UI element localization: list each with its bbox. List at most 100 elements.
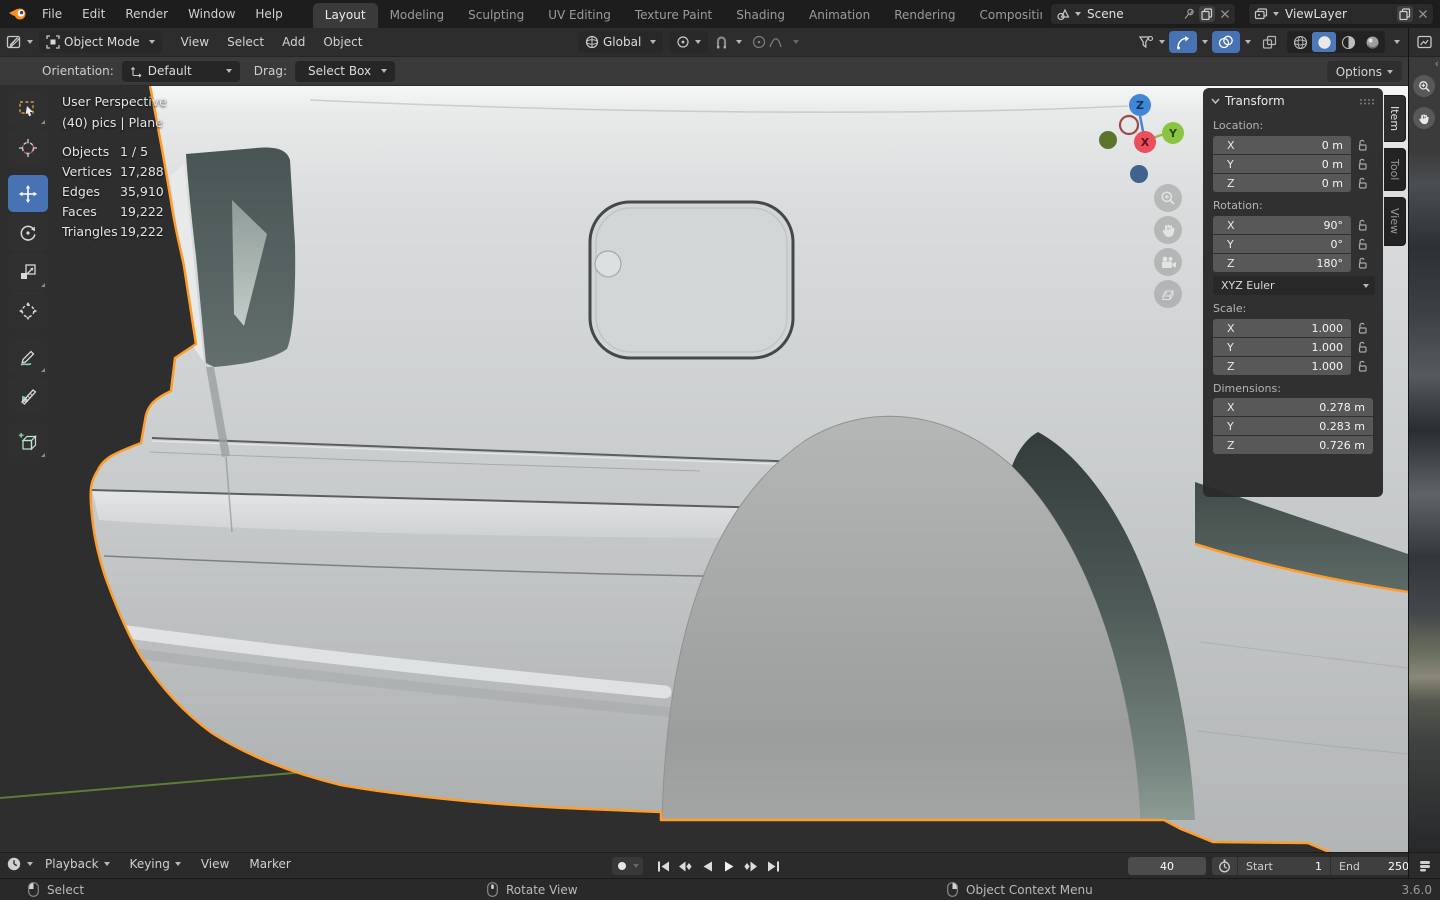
options-dropdown[interactable]: Options [1326,61,1402,82]
scale-x-field[interactable]: X 1.000 [1213,319,1351,337]
new-viewlayer-icon[interactable] [1397,6,1413,22]
3d-viewport[interactable]: User Perspective (40) pics | Plane Objec… [0,86,1408,852]
pan-button[interactable] [1154,216,1182,244]
panel-grip-icon[interactable] [1359,98,1375,105]
dimensions-z-field[interactable]: Z 0.726 m [1213,436,1373,454]
show-overlays-toggle[interactable] [1212,31,1240,53]
dimensions-y-field[interactable]: Y 0.283 m [1213,417,1373,435]
scale-y-field[interactable]: Y 1.000 [1213,338,1351,356]
axis-neg-x-handle[interactable] [1118,114,1140,136]
scale-z-field[interactable]: Z 1.000 [1213,357,1351,375]
strip-pan-button[interactable] [1413,107,1435,129]
axis-y-handle[interactable]: Y [1162,122,1184,144]
tool-scale[interactable] [8,253,48,290]
sidebar-tab-view[interactable]: View [1384,197,1406,246]
menu-file[interactable]: File [32,3,72,25]
tab-modeling[interactable]: Modeling [378,3,457,28]
tool-select-box[interactable] [8,90,48,127]
rotation-y-field[interactable]: Y 0° [1213,235,1351,253]
use-preview-range-toggle[interactable] [1212,857,1237,875]
previous-keyframe-button[interactable] [675,857,695,875]
viewport-canvas[interactable] [0,86,1408,852]
sidebar-tab-tool[interactable]: Tool [1384,148,1406,192]
tool-measure[interactable] [8,377,48,414]
fuel-door[interactable] [588,200,795,360]
proportional-edit-icon[interactable] [752,35,766,49]
location-y-field[interactable]: Y0 m [1213,155,1351,173]
current-frame-field[interactable]: 40 [1128,857,1206,875]
pin-icon[interactable] [1183,8,1195,20]
menu-add[interactable]: Add [273,35,314,49]
jump-to-start-button[interactable] [653,857,673,875]
pivot-point-dropdown[interactable] [669,31,709,53]
xray-toggle[interactable] [1255,31,1283,53]
play-button[interactable] [719,857,739,875]
timeline-menu-keying[interactable]: Keying [122,857,189,871]
tab-shading[interactable]: Shading [724,3,797,28]
tab-layout[interactable]: Layout [312,3,378,28]
start-frame-field[interactable]: Start 1 [1238,857,1330,875]
blender-logo-icon[interactable] [8,7,28,21]
perspective-toggle-button[interactable] [1154,280,1182,308]
editor-type-dropdown[interactable] [6,34,33,50]
sidebar-tab-item[interactable]: Item [1384,95,1406,143]
lock-icon[interactable] [1357,253,1368,272]
tool-transform[interactable] [8,292,48,329]
shading-rendered-toggle[interactable] [1360,32,1384,52]
viewlayer-selector[interactable]: ViewLayer [1248,3,1434,25]
rotation-z-field[interactable]: Z 180° [1213,254,1351,272]
axis-z-handle[interactable]: Z [1129,94,1151,116]
axis-neg-z-handle[interactable] [1130,165,1148,183]
timeline-menu-playback[interactable]: Playback [37,857,118,871]
lock-icon[interactable] [1357,234,1368,253]
menu-help[interactable]: Help [245,3,292,25]
scene-selector[interactable]: Scene [1050,3,1236,25]
tab-uv-editing[interactable]: UV Editing [536,3,623,28]
lock-icon[interactable] [1357,173,1368,192]
tab-sculpting[interactable]: Sculpting [456,3,536,28]
auto-keying-toggle[interactable] [612,857,643,875]
drag-mode-dropdown[interactable]: Select Box [294,60,396,82]
navigation-gizmo[interactable]: Z Y X [1088,88,1188,188]
rotation-x-field[interactable]: X 90° [1213,216,1351,234]
lock-icon[interactable] [1357,337,1368,356]
tab-animation[interactable]: Animation [797,3,882,28]
tool-orientation-dropdown[interactable]: Default [121,60,240,82]
menu-edit[interactable]: Edit [72,3,115,25]
shading-material-toggle[interactable] [1336,32,1360,52]
location-x-field[interactable]: X0 m [1213,136,1351,154]
tool-cursor[interactable] [8,129,48,166]
menu-object[interactable]: Object [314,35,371,49]
lock-icon[interactable] [1357,356,1368,375]
object-visibility-dropdown[interactable] [1138,34,1165,50]
remove-viewlayer-icon[interactable] [1418,9,1428,19]
play-reverse-button[interactable] [697,857,717,875]
location-z-field[interactable]: Z0 m [1213,174,1351,192]
shading-wireframe-toggle[interactable] [1288,32,1312,52]
jump-to-end-button[interactable] [763,857,783,875]
axis-x-handle[interactable]: X [1134,131,1156,153]
next-keyframe-button[interactable] [741,857,761,875]
strip-zoom-button[interactable] [1413,75,1435,97]
tool-add-cube[interactable] [8,423,48,460]
side-editor-header[interactable] [1409,28,1440,57]
lock-icon[interactable] [1357,135,1368,154]
tool-rotate[interactable] [8,214,48,251]
show-gizmos-toggle[interactable] [1169,31,1197,53]
dimensions-x-field[interactable]: X 0.278 m [1213,398,1373,416]
transform-orientation-dropdown[interactable]: Global [578,31,664,53]
new-scene-icon[interactable] [1199,6,1215,22]
timeline-editor-type-dropdown[interactable] [6,856,33,872]
end-frame-field[interactable]: End 250 [1331,857,1417,875]
menu-select[interactable]: Select [218,35,273,49]
zoom-button[interactable] [1154,184,1182,212]
rotation-mode-dropdown[interactable]: XYZ Euler [1213,276,1375,295]
tab-rendering[interactable]: Rendering [882,3,967,28]
timeline-menu-marker[interactable]: Marker [241,857,298,871]
tool-annotate[interactable] [8,338,48,375]
lock-icon[interactable] [1357,154,1368,173]
camera-view-button[interactable] [1154,248,1182,276]
menu-view[interactable]: View [172,35,218,49]
lock-icon[interactable] [1357,318,1368,337]
timeline-menu-view[interactable]: View [193,857,237,871]
